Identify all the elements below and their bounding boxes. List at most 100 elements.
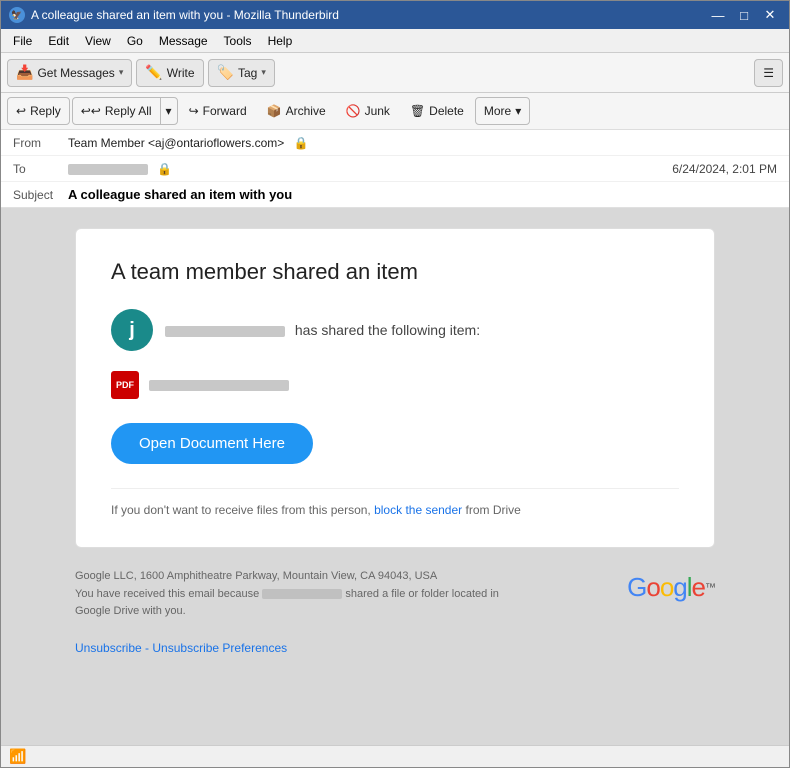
to-row: To 🔒 6/24/2024, 2:01 PM: [1, 156, 789, 182]
main-window: 🦅 A colleague shared an item with you - …: [0, 0, 790, 768]
file-row: PDF: [111, 371, 679, 399]
more-button-group: More ▾: [475, 97, 530, 125]
tag-icon: 🏷️: [217, 64, 234, 81]
get-messages-label: Get Messages: [37, 66, 114, 80]
reply-all-button-group: ↩↩ Reply All ▾: [72, 97, 178, 125]
close-button[interactable]: ✕: [759, 6, 781, 24]
email-header: From Team Member <aj@ontarioflowers.com>…: [1, 130, 789, 208]
shared-by-row: j has shared the following item:: [111, 309, 679, 351]
more-label: More: [484, 104, 511, 118]
google-footer-text: Google LLC, 1600 Amphitheatre Parkway, M…: [75, 568, 607, 621]
more-button[interactable]: More ▾: [476, 97, 529, 125]
to-security-icon: 🔒: [157, 162, 172, 176]
archive-icon: 📦: [267, 104, 282, 118]
forward-icon: ↪: [189, 104, 199, 118]
unsubscribe-preferences-link[interactable]: Unsubscribe Preferences: [152, 641, 287, 655]
email-heading: A team member shared an item: [111, 259, 679, 285]
reply-all-label: Reply All: [105, 104, 152, 118]
menu-tools[interactable]: Tools: [216, 32, 260, 50]
unsubscribe-link[interactable]: Unsubscribe: [75, 641, 142, 655]
to-value: 🔒: [68, 162, 672, 176]
wifi-icon: 📶: [9, 748, 26, 765]
titlebar-controls: — □ ✕: [707, 6, 781, 24]
avatar-letter: j: [129, 319, 135, 342]
reply-icon: ↩: [16, 104, 26, 118]
security-icon: 🔒: [294, 136, 309, 150]
menu-file[interactable]: File: [5, 32, 40, 50]
footer-prefix: If you don't want to receive files from …: [111, 503, 371, 517]
archive-button[interactable]: 📦 Archive: [258, 97, 335, 125]
to-redacted: [68, 164, 148, 175]
footer-note: If you don't want to receive files from …: [111, 488, 679, 517]
footer-line3: Google Drive with you.: [75, 603, 607, 621]
action-toolbar: ↩ Reply ↩↩ Reply All ▾ ↪ Forward 📦 Archi…: [1, 93, 789, 130]
archive-label: Archive: [286, 104, 326, 118]
forward-button[interactable]: ↪ Forward: [180, 97, 256, 125]
email-content-card: A team member shared an item j has share…: [75, 228, 715, 548]
block-sender-link[interactable]: block the sender: [374, 503, 462, 517]
main-toolbar: 📥 Get Messages ▾ ✏️ Write 🏷️ Tag ▾ ☰: [1, 53, 789, 93]
reply-button-group: ↩ Reply: [7, 97, 70, 125]
forward-label: Forward: [203, 104, 247, 118]
filename-redacted: [149, 380, 289, 391]
sender-avatar: j: [111, 309, 153, 351]
tag-label: Tag: [238, 66, 257, 80]
pencil-icon: ✏️: [145, 64, 162, 81]
get-messages-button[interactable]: 📥 Get Messages ▾: [7, 59, 132, 87]
shared-by-text: has shared the following item:: [165, 322, 480, 338]
unsubscribe-row: Unsubscribe - Unsubscribe Preferences: [75, 641, 715, 655]
statusbar: 📶: [1, 745, 789, 767]
from-value: Team Member <aj@ontarioflowers.com> 🔒: [68, 136, 777, 150]
from-row: From Team Member <aj@ontarioflowers.com>…: [1, 130, 789, 156]
delete-icon: 🗑: [410, 104, 425, 118]
tag-dropdown-icon: ▾: [261, 67, 266, 78]
app-icon: 🦅: [9, 7, 25, 23]
subject-label: Subject: [13, 188, 68, 202]
menu-edit[interactable]: Edit: [40, 32, 77, 50]
window-title: A colleague shared an item with you - Mo…: [31, 8, 339, 22]
menu-view[interactable]: View: [77, 32, 119, 50]
menubar: File Edit View Go Message Tools Help: [1, 29, 789, 53]
from-name: Team Member <aj@ontarioflowers.com>: [68, 136, 284, 150]
reply-button[interactable]: ↩ Reply: [8, 97, 69, 125]
junk-button[interactable]: 🚫 Junk: [337, 97, 399, 125]
tag-button[interactable]: 🏷️ Tag ▾: [208, 59, 275, 87]
shared-text: has shared the following item:: [295, 322, 480, 338]
titlebar-left: 🦅 A colleague shared an item with you - …: [9, 7, 339, 23]
sender-name-redacted: [165, 326, 285, 337]
from-label: From: [13, 136, 68, 150]
recipient-redacted: [262, 589, 342, 599]
delete-label: Delete: [429, 104, 464, 118]
junk-label: Junk: [365, 104, 390, 118]
google-footer: Google LLC, 1600 Amphitheatre Parkway, M…: [75, 568, 715, 621]
reply-all-dropdown-icon: ▾: [166, 104, 172, 118]
hamburger-menu-button[interactable]: ☰: [754, 59, 783, 87]
delete-button[interactable]: 🗑 Delete: [401, 97, 473, 125]
footer-line2: You have received this email because sha…: [75, 586, 607, 604]
menu-help[interactable]: Help: [260, 32, 301, 50]
menu-message[interactable]: Message: [151, 32, 216, 50]
email-body: A team member shared an item j has share…: [1, 208, 789, 745]
google-logo: Google™: [627, 572, 715, 603]
minimize-button[interactable]: —: [707, 6, 729, 24]
reply-label: Reply: [30, 104, 61, 118]
hamburger-icon: ☰: [763, 66, 774, 80]
get-messages-dropdown-icon: ▾: [119, 67, 124, 78]
junk-icon: 🚫: [346, 104, 361, 118]
reply-all-dropdown-button[interactable]: ▾: [161, 97, 177, 125]
reply-all-icon: ↩↩: [81, 104, 101, 118]
more-dropdown-icon: ▾: [515, 104, 521, 118]
write-label: Write: [167, 66, 195, 80]
footer-line1: Google LLC, 1600 Amphitheatre Parkway, M…: [75, 568, 607, 586]
write-button[interactable]: ✏️ Write: [136, 59, 203, 87]
subject-value: A colleague shared an item with you: [68, 187, 292, 202]
maximize-button[interactable]: □: [733, 6, 755, 24]
titlebar: 🦅 A colleague shared an item with you - …: [1, 1, 789, 29]
inbox-icon: 📥: [16, 64, 33, 81]
menu-go[interactable]: Go: [119, 32, 151, 50]
to-label: To: [13, 162, 68, 176]
subject-row: Subject A colleague shared an item with …: [1, 182, 789, 207]
open-document-button[interactable]: Open Document Here: [111, 423, 313, 464]
reply-all-button[interactable]: ↩↩ Reply All: [73, 97, 161, 125]
email-date: 6/24/2024, 2:01 PM: [672, 162, 777, 176]
